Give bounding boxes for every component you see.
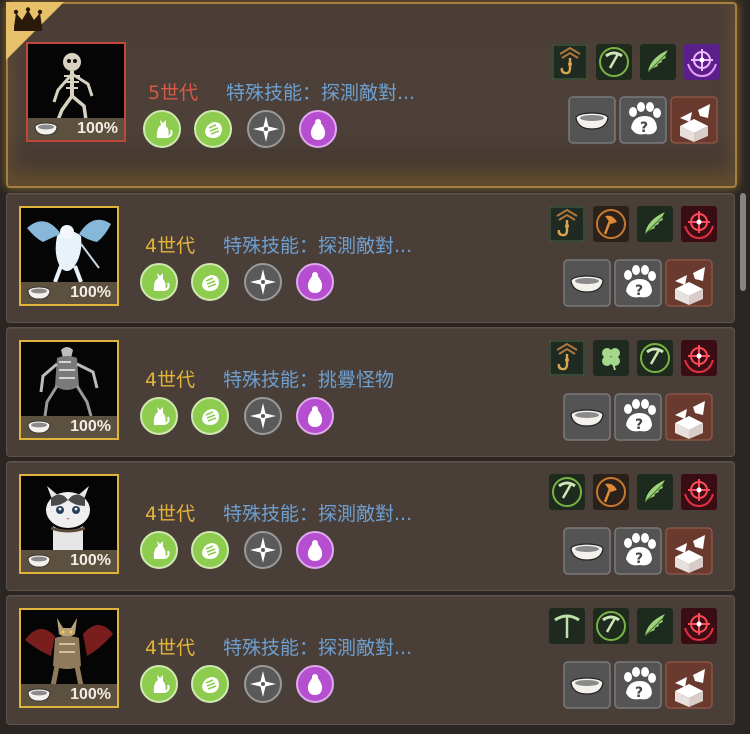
release-box-button[interactable]	[665, 393, 713, 441]
feed-bowl-button[interactable]	[563, 661, 611, 709]
hook-icon[interactable]	[549, 206, 585, 242]
crown-icon	[13, 7, 43, 31]
release-box-button[interactable]	[665, 259, 713, 307]
feed-bowl-button[interactable]	[563, 527, 611, 575]
hook-icon[interactable]	[552, 44, 588, 80]
egg-icon[interactable]	[299, 110, 337, 148]
pickaxe-icon[interactable]	[593, 608, 629, 644]
clover-icon[interactable]	[593, 340, 629, 376]
cat-creature-image	[46, 486, 90, 552]
special-skill-label: 特殊技能：挑釁怪物	[223, 369, 395, 391]
star-compass-icon[interactable]	[244, 263, 282, 301]
cat-icon[interactable]	[143, 110, 181, 148]
wing-icon[interactable]	[637, 608, 673, 644]
wing-icon[interactable]	[637, 206, 673, 242]
axe-icon[interactable]	[593, 206, 629, 242]
bowl-icon	[27, 286, 51, 300]
pet-list: 100% 5世代 特殊技能：探測敵對... 100% 4世代 特殊技能：探測敵對..…	[0, 0, 750, 734]
crosshair-icon[interactable]	[684, 44, 720, 80]
bat-knight-creature-image	[25, 618, 113, 687]
satiety-value: 100%	[70, 552, 111, 569]
skeleton-creature-image	[52, 53, 94, 121]
release-box-button[interactable]	[670, 96, 718, 144]
crosshair-icon[interactable]	[681, 206, 717, 242]
special-skill-label: 特殊技能：探測敵對...	[223, 235, 413, 257]
pet-portrait[interactable]: 100%	[26, 42, 126, 142]
pet-portrait[interactable]: 100%	[19, 340, 119, 440]
paw-question-button[interactable]	[614, 527, 662, 575]
scrollbar[interactable]	[740, 193, 746, 291]
star-compass-icon[interactable]	[244, 665, 282, 703]
egg-icon[interactable]	[296, 531, 334, 569]
paw-question-button[interactable]	[614, 259, 662, 307]
cat-icon[interactable]	[140, 397, 178, 435]
generation-label: 4世代	[145, 235, 196, 257]
generation-label: 4世代	[145, 369, 196, 391]
egg-icon[interactable]	[296, 665, 334, 703]
paw-question-button[interactable]	[614, 393, 662, 441]
generation-label: 4世代	[145, 637, 196, 659]
satiety-value: 100%	[70, 418, 111, 435]
pet-portrait[interactable]: 100%	[19, 474, 119, 574]
axe-icon[interactable]	[593, 474, 629, 510]
satiety-bar: 100%	[21, 416, 117, 438]
pet-card[interactable]: 100% 4世代 特殊技能：探測敵對...	[6, 595, 735, 725]
paw-icon[interactable]	[191, 665, 229, 703]
pickaxe-icon[interactable]	[637, 340, 673, 376]
wing-icon[interactable]	[637, 474, 673, 510]
release-box-button[interactable]	[665, 527, 713, 575]
paw-icon[interactable]	[191, 263, 229, 301]
pickaxe-icon[interactable]	[549, 474, 585, 510]
hook-icon[interactable]	[549, 340, 585, 376]
satiety-bar: 100%	[28, 118, 124, 140]
bowl-icon	[34, 122, 58, 136]
insect-creature-image	[39, 347, 99, 417]
satiety-bar: 100%	[21, 282, 117, 304]
pet-card[interactable]: 100% 4世代 特殊技能：挑釁怪物	[6, 327, 735, 457]
paw-icon[interactable]	[194, 110, 232, 148]
wing-icon[interactable]	[640, 44, 676, 80]
special-skill-label: 特殊技能：探測敵對...	[226, 82, 416, 104]
star-compass-icon[interactable]	[247, 110, 285, 148]
bowl-icon	[27, 554, 51, 568]
star-compass-icon[interactable]	[244, 531, 282, 569]
feed-bowl-button[interactable]	[568, 96, 616, 144]
feed-bowl-button[interactable]	[563, 393, 611, 441]
satiety-value: 100%	[70, 686, 111, 703]
ice-dragon-creature-image	[27, 219, 111, 283]
cat-icon[interactable]	[140, 263, 178, 301]
cat-icon[interactable]	[140, 665, 178, 703]
paw-icon[interactable]	[191, 531, 229, 569]
special-skill-label: 特殊技能：探測敵對...	[223, 637, 413, 659]
pet-card[interactable]: 100% 4世代 特殊技能：探測敵對...	[6, 193, 735, 323]
bowl-icon	[27, 420, 51, 434]
release-box-button[interactable]	[665, 661, 713, 709]
pet-card[interactable]: 100% 5世代 特殊技能：探測敵對...	[6, 2, 737, 188]
bowl-icon	[27, 688, 51, 702]
satiety-bar: 100%	[21, 684, 117, 706]
egg-icon[interactable]	[296, 263, 334, 301]
cat-icon[interactable]	[140, 531, 178, 569]
crosshair-icon[interactable]	[681, 608, 717, 644]
paw-question-button[interactable]	[614, 661, 662, 709]
pick-icon[interactable]	[549, 608, 585, 644]
generation-label: 5世代	[148, 82, 199, 104]
paw-question-button[interactable]	[619, 96, 667, 144]
star-compass-icon[interactable]	[244, 397, 282, 435]
pet-portrait[interactable]: 100%	[19, 608, 119, 708]
pet-card[interactable]: 100% 4世代 特殊技能：探測敵對...	[6, 461, 735, 591]
pet-portrait[interactable]: 100%	[19, 206, 119, 306]
crosshair-icon[interactable]	[681, 474, 717, 510]
pickaxe-icon[interactable]	[596, 44, 632, 80]
satiety-value: 100%	[77, 120, 118, 137]
egg-icon[interactable]	[296, 397, 334, 435]
paw-icon[interactable]	[191, 397, 229, 435]
satiety-bar: 100%	[21, 550, 117, 572]
special-skill-label: 特殊技能：探測敵對...	[223, 503, 413, 525]
feed-bowl-button[interactable]	[563, 259, 611, 307]
generation-label: 4世代	[145, 503, 196, 525]
satiety-value: 100%	[70, 284, 111, 301]
crosshair-icon[interactable]	[681, 340, 717, 376]
